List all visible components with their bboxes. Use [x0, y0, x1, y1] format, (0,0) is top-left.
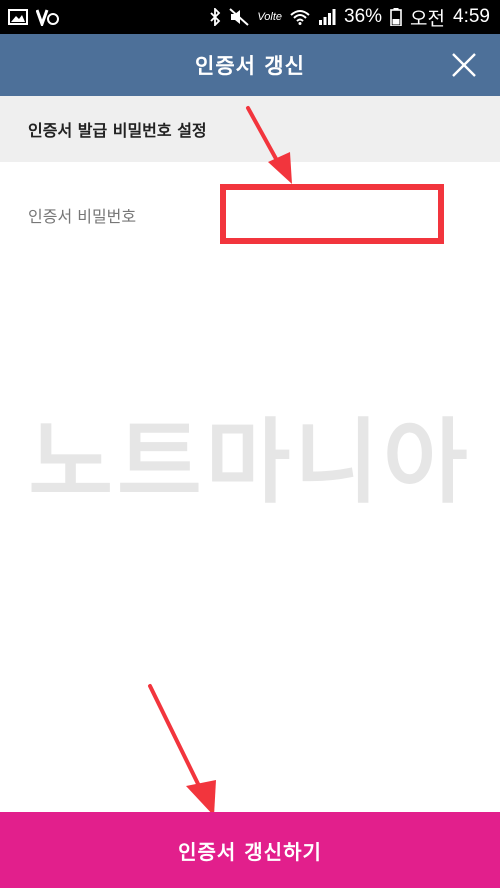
- battery-percent: 36%: [344, 6, 383, 27]
- v3-icon: [36, 9, 59, 26]
- wifi-icon: [290, 10, 310, 25]
- password-label: 인증서 비밀번호: [28, 207, 137, 226]
- section-title: 인증서 발급 비밀번호 설정: [28, 121, 207, 140]
- app-header: 인증서 갱신: [0, 34, 500, 96]
- network-label: Volte: [257, 11, 283, 23]
- status-bar: Volte 36% 오전 4:59: [0, 0, 500, 34]
- arrow-icon: [148, 684, 216, 816]
- status-bar-left: [8, 8, 60, 26]
- password-input[interactable]: [220, 184, 444, 244]
- mute-icon: [229, 8, 250, 26]
- image-icon: [8, 9, 28, 25]
- bluetooth-icon: [210, 8, 221, 26]
- section-header: 인증서 발급 비밀번호 설정: [0, 96, 500, 162]
- watermark: 노트마니아: [28, 409, 472, 516]
- ampm-label: 오전: [410, 8, 446, 30]
- battery-icon: [390, 8, 402, 26]
- signal-icon: [319, 9, 336, 25]
- clock: 4:59: [453, 6, 490, 27]
- close-icon[interactable]: [450, 51, 478, 79]
- status-bar-right: Volte 36% 오전 4:59: [209, 4, 490, 31]
- renew-certificate-button[interactable]: 인증서 갱신하기: [0, 812, 500, 888]
- screen: Volte 36% 오전 4:59 인증서 갱신 인증서 발급 비밀번호 설정 …: [0, 0, 500, 888]
- page-title: 인증서 갱신: [195, 54, 305, 78]
